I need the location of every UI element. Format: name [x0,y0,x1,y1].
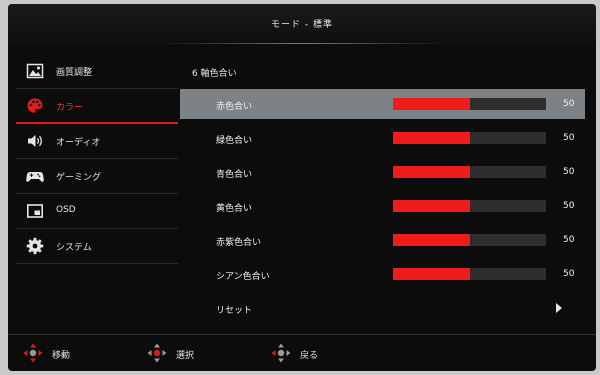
setting-label: 赤紫色合い [216,238,262,248]
sidebar: 画質調整 カラー オーディオ ゲーミング OSD システム [16,54,178,264]
sidebar-item-gaming[interactable]: ゲーミング [16,159,178,194]
move-hint-label: 移動 [52,351,71,361]
gamepad-icon [26,172,44,182]
sidebar-item-osd[interactable]: OSD [16,194,178,229]
sidebar-item-picture[interactable]: 画質調整 [16,54,178,89]
dpad-move-icon [23,343,43,363]
slider-fill [393,132,470,144]
sidebar-item-audio[interactable]: オーディオ [16,124,178,159]
dpad-back-icon [271,343,291,363]
level-slider[interactable] [393,200,546,212]
speaker-icon [28,135,42,147]
setting-row-yellow-hue[interactable]: 黄色合い 50 [180,191,585,221]
setting-label: 緑色合い [216,136,253,146]
reset-row[interactable]: リセット [180,293,585,323]
setting-value: 50 [563,133,575,143]
slider-fill [393,234,470,246]
reset-label: リセット [216,306,253,316]
setting-row-green-hue[interactable]: 緑色合い 50 [180,123,585,153]
sidebar-item-label: カラー [56,103,84,113]
setting-value: 50 [563,99,575,109]
sidebar-item-label: 画質調整 [56,68,93,78]
select-hint-label: 選択 [176,351,195,361]
level-slider[interactable] [393,268,546,280]
setting-row-blue-hue[interactable]: 青色合い 50 [180,157,585,187]
sidebar-item-system[interactable]: システム [16,229,178,264]
setting-value: 50 [563,235,575,245]
setting-value: 50 [563,201,575,211]
palette-icon [27,98,43,113]
slider-fill [393,98,470,110]
level-slider[interactable] [393,234,546,246]
osd-menu: モード - 標準 画質調整 カラー オーディオ ゲーミング OSD システム 6… [8,4,596,371]
setting-label: 赤色合い [216,102,253,112]
sidebar-item-label: システム [56,243,92,253]
setting-label: シアン色合い [216,272,270,282]
setting-label: 黄色合い [216,204,253,214]
level-slider[interactable] [393,98,546,110]
menu-header: モード - 標準 [8,4,596,44]
section-title: 6 軸色合い [192,69,237,79]
setting-row-cyan-hue[interactable]: シアン色合い 50 [180,259,585,289]
chevron-right-icon [556,303,562,313]
picture-icon [26,63,44,79]
gear-icon [26,237,44,255]
mode-title: モード - 標準 [271,20,333,30]
slider-fill [393,200,470,212]
header-divider [158,43,448,44]
setting-value: 50 [563,167,575,177]
sidebar-item-color[interactable]: カラー [16,89,178,124]
level-slider[interactable] [393,166,546,178]
slider-fill [393,268,470,280]
slider-fill [393,166,470,178]
footer-divider [8,334,596,335]
dpad-select-icon [147,343,167,363]
back-hint-label: 戻る [300,351,319,361]
sidebar-item-label: ゲーミング [56,173,102,183]
sidebar-item-label: OSD [56,205,76,215]
setting-row-magenta-hue[interactable]: 赤紫色合い 50 [180,225,585,255]
setting-row-red-hue[interactable]: 赤色合い 50 [180,89,585,119]
osd-window-icon [26,204,43,218]
sidebar-item-label: オーディオ [56,138,101,148]
level-slider[interactable] [393,132,546,144]
setting-value: 50 [563,269,575,279]
setting-label: 青色合い [216,170,253,180]
